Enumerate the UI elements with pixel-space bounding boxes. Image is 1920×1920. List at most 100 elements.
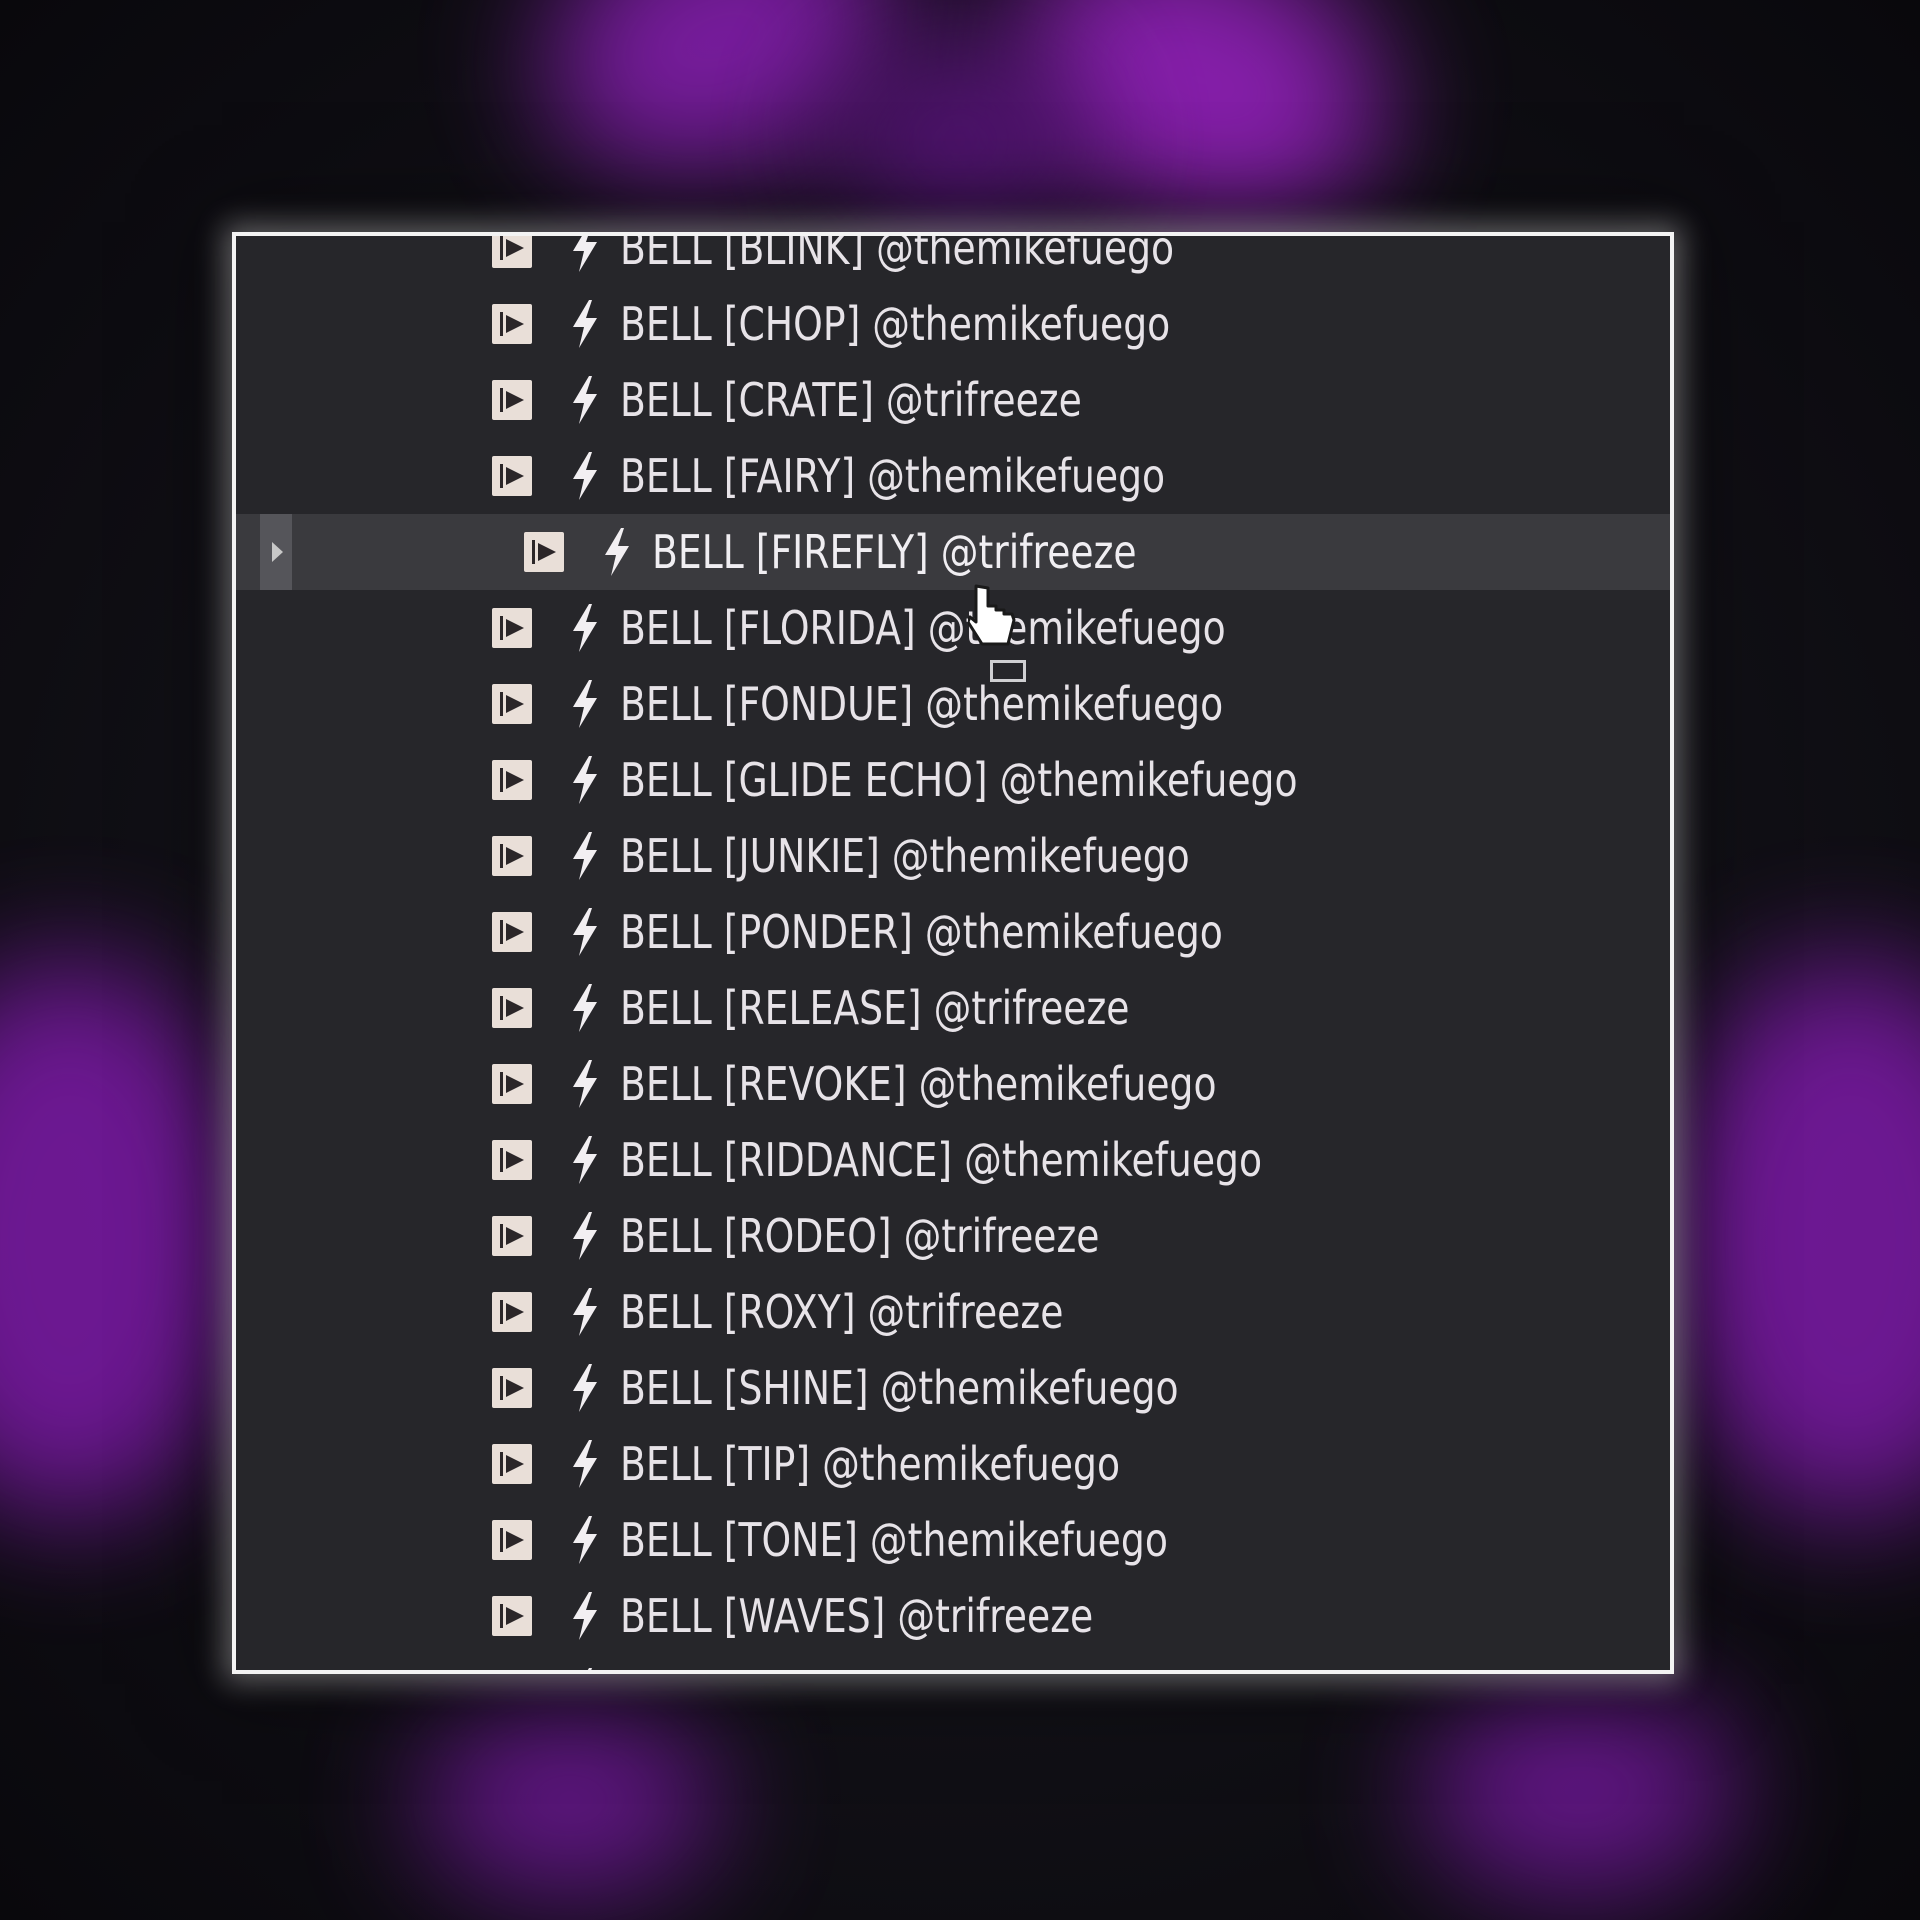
preset-row-content: BELL [WAVES] @trifreeze — [492, 1578, 1197, 1654]
plugin-preset-icon[interactable] — [492, 304, 532, 344]
plugin-preset-icon[interactable] — [492, 1140, 532, 1180]
preset-name: BELL [TIP] @themikefuego — [620, 1437, 1121, 1491]
preset-row-content: BELL [FAIRY] @themikefuego — [492, 438, 1285, 514]
preset-row-content: BELL [ROXY] @trifreeze — [492, 1274, 1161, 1350]
preset-name: BELL [RELEASE] @trifreeze — [620, 981, 1130, 1035]
preset-name: BELL [RODEO] @trifreeze — [620, 1209, 1100, 1263]
preset-row[interactable]: BELL [JUNKIE] @themikefuego — [236, 818, 1670, 894]
background-glow — [0, 960, 260, 1520]
preset-row-content: BELL [CRATE] @trifreeze — [492, 362, 1183, 438]
preset-name: BELL [JUNKIE] @themikefuego — [620, 829, 1190, 883]
preset-name: BELL [RIDDANCE] @themikefuego — [620, 1133, 1263, 1187]
plugin-preset-icon[interactable] — [492, 236, 532, 268]
preset-row[interactable]: BELL [TONE] @themikefuego — [236, 1502, 1670, 1578]
preset-name: BELL [PONDER] @themikefuego — [620, 905, 1223, 959]
preset-row[interactable]: BELL [PONDER] @themikefuego — [236, 894, 1670, 970]
preset-row-content: BELL [FLORIDA] @themikefuego — [492, 590, 1359, 666]
preset-row[interactable]: BELL [ROXY] @trifreeze — [236, 1274, 1670, 1350]
plugin-preset-icon[interactable] — [492, 988, 532, 1028]
preset-row-content: BELL [WILLOW] @themikefuego — [492, 1654, 1351, 1674]
drag-preview-box — [990, 660, 1026, 682]
plugin-preset-icon[interactable] — [492, 760, 532, 800]
plugin-preset-icon[interactable] — [492, 1064, 532, 1104]
preset-name: BELL [WILLOW] @themikefuego — [620, 1665, 1219, 1670]
plugin-preset-icon[interactable] — [492, 1368, 532, 1408]
preset-name: BELL [FONDUE] @themikefuego — [620, 677, 1224, 731]
lightning-bolt-icon — [570, 451, 600, 501]
preset-name: BELL [FAIRY] @themikefuego — [620, 449, 1166, 503]
lightning-bolt-icon — [570, 603, 600, 653]
preset-row[interactable]: BELL [WILLOW] @themikefuego — [236, 1654, 1670, 1674]
preset-name: BELL [WAVES] @trifreeze — [620, 1589, 1094, 1643]
lightning-bolt-icon — [570, 1211, 600, 1261]
lightning-bolt-icon — [570, 907, 600, 957]
preset-name: BELL [CRATE] @trifreeze — [620, 373, 1082, 427]
preset-name: BELL [FLORIDA] @themikefuego — [620, 601, 1226, 655]
preset-row[interactable]: BELL [GLIDE ECHO] @themikefuego — [236, 742, 1670, 818]
preset-row-content: BELL [RELEASE] @trifreeze — [492, 970, 1241, 1046]
lightning-bolt-icon — [570, 679, 600, 729]
selected-row-marker-icon — [260, 514, 292, 590]
preset-row[interactable]: BELL [TIP] @themikefuego — [236, 1426, 1670, 1502]
preset-row-content: BELL [TONE] @themikefuego — [492, 1502, 1288, 1578]
preset-row-content: BELL [JUNKIE] @themikefuego — [492, 818, 1315, 894]
preset-browser-panel: BELL [BLINK] @themikefuego BELL [CHOP] @t… — [232, 232, 1674, 1674]
preset-row[interactable]: BELL [CRATE] @trifreeze — [236, 362, 1670, 438]
preset-row[interactable]: BELL [RIDDANCE] @themikefuego — [236, 1122, 1670, 1198]
plugin-preset-icon[interactable] — [492, 1292, 532, 1332]
lightning-bolt-icon — [570, 1515, 600, 1565]
preset-row[interactable]: BELL [FIREFLY] @trifreeze — [236, 514, 1670, 590]
preset-name: BELL [ROXY] @trifreeze — [620, 1285, 1064, 1339]
background-glow — [1660, 960, 1920, 1520]
plugin-preset-icon[interactable] — [492, 836, 532, 876]
preset-row[interactable]: BELL [WAVES] @trifreeze — [236, 1578, 1670, 1654]
preset-name: BELL [REVOKE] @themikefuego — [620, 1057, 1217, 1111]
preset-row-content: BELL [SHINE] @themikefuego — [492, 1350, 1301, 1426]
plugin-preset-icon[interactable] — [524, 532, 564, 572]
screen: BELL [BLINK] @themikefuego BELL [CHOP] @t… — [0, 0, 1920, 1920]
preset-row[interactable]: BELL [RELEASE] @trifreeze — [236, 970, 1670, 1046]
preset-row[interactable]: BELL [CHOP] @themikefuego — [236, 286, 1670, 362]
lightning-bolt-icon — [570, 375, 600, 425]
lightning-bolt-icon — [570, 1667, 600, 1670]
lightning-bolt-icon — [570, 299, 600, 349]
preset-row-content: BELL [FIREFLY] @trifreeze — [524, 514, 1243, 590]
plugin-preset-icon[interactable] — [492, 1520, 532, 1560]
preset-name: BELL [CHOP] @themikefuego — [620, 297, 1171, 351]
preset-row[interactable]: BELL [SHINE] @themikefuego — [236, 1350, 1670, 1426]
plugin-preset-icon[interactable] — [492, 1596, 532, 1636]
plugin-preset-icon[interactable] — [492, 684, 532, 724]
preset-row-content: BELL [CHOP] @themikefuego — [492, 286, 1291, 362]
preset-row[interactable]: BELL [FLORIDA] @themikefuego — [236, 590, 1670, 666]
lightning-bolt-icon — [570, 1135, 600, 1185]
lightning-bolt-icon — [570, 1287, 600, 1337]
preset-list[interactable]: BELL [BLINK] @themikefuego BELL [CHOP] @t… — [236, 236, 1670, 1670]
plugin-preset-icon[interactable] — [492, 380, 532, 420]
preset-row[interactable]: BELL [BLINK] @themikefuego — [236, 232, 1670, 286]
plugin-preset-icon[interactable] — [492, 912, 532, 952]
preset-row-content: BELL [TIP] @themikefuego — [492, 1426, 1230, 1502]
preset-row[interactable]: BELL [FAIRY] @themikefuego — [236, 438, 1670, 514]
plugin-preset-icon[interactable] — [492, 456, 532, 496]
plugin-preset-icon[interactable] — [492, 1672, 532, 1674]
preset-row[interactable]: BELL [REVOKE] @themikefuego — [236, 1046, 1670, 1122]
lightning-bolt-icon — [570, 755, 600, 805]
preset-row-content: BELL [RIDDANCE] @themikefuego — [492, 1122, 1403, 1198]
preset-row-content: BELL [RODEO] @trifreeze — [492, 1198, 1205, 1274]
background-glow — [1420, 1680, 1740, 1900]
preset-row[interactable]: BELL [RODEO] @trifreeze — [236, 1198, 1670, 1274]
lightning-bolt-icon — [570, 236, 600, 273]
preset-row-content: BELL [REVOKE] @themikefuego — [492, 1046, 1348, 1122]
preset-row-content: BELL [GLIDE ECHO] @themikefuego — [492, 742, 1446, 818]
lightning-bolt-icon — [602, 527, 632, 577]
preset-name: BELL [BLINK] @themikefuego — [620, 232, 1175, 275]
preset-row-content: BELL [FONDUE] @themikefuego — [492, 666, 1356, 742]
lightning-bolt-icon — [570, 983, 600, 1033]
background-glow — [420, 1700, 720, 1900]
lightning-bolt-icon — [570, 1059, 600, 1109]
plugin-preset-icon[interactable] — [492, 1216, 532, 1256]
preset-name: BELL [TONE] @themikefuego — [620, 1513, 1168, 1567]
plugin-preset-icon[interactable] — [492, 1444, 532, 1484]
plugin-preset-icon[interactable] — [492, 608, 532, 648]
preset-row[interactable]: BELL [FONDUE] @themikefuego — [236, 666, 1670, 742]
